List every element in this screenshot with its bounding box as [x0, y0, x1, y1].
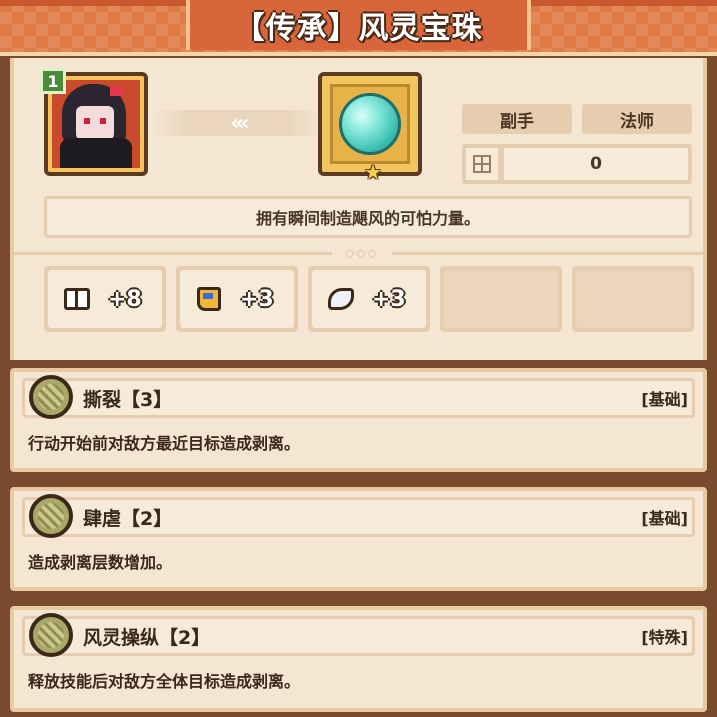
bonus-value: +3 [372, 286, 406, 312]
skill-name: 撕裂【3】 [83, 388, 173, 411]
title-bar: 【传承】风灵宝珠 [0, 0, 717, 56]
tag-mage: 法师 [582, 104, 692, 134]
skill-icon [29, 375, 73, 419]
bonus-slot-empty[interactable] [440, 266, 562, 332]
skill-description: 行动开始前对敌方最近目标造成剥离。 [28, 434, 301, 453]
item-panel: 1 ‹‹‹ ★ 副手 法师 0 拥有瞬间制造飓风的可怕力量。 ◇◇◇ +8 +3… [10, 58, 707, 360]
skill-card[interactable]: 肆虐【2】 [基础] 造成剥离层数增加。 [10, 487, 707, 591]
bonus-slot-1[interactable]: +8 [44, 266, 166, 332]
skill-header: 撕裂【3】 [基础] [22, 375, 695, 419]
orb-icon [339, 93, 401, 155]
stat-value: 0 [504, 148, 688, 180]
skill-type: [特殊] [641, 628, 688, 647]
title-plate: 【传承】风灵宝珠 [186, 0, 531, 50]
skill-description: 造成剥离层数增加。 [28, 553, 173, 572]
skill-header: 肆虐【2】 [基础] [22, 494, 695, 538]
skill-icon [29, 613, 73, 657]
grid-icon [466, 148, 498, 180]
level-badge: 1 [40, 68, 66, 94]
bonus-slot-3[interactable]: +3 [308, 266, 430, 332]
skill-icon [29, 494, 73, 538]
bonus-slot-2[interactable]: +3 [176, 266, 298, 332]
bonus-value: +8 [108, 286, 142, 312]
stat-box: 0 [462, 144, 692, 184]
star-icon: ★ [364, 160, 382, 184]
skill-card[interactable]: 风灵操纵【2】 [特殊] 释放技能后对敌方全体目标造成剥离。 [10, 606, 707, 712]
skill-type: [基础] [641, 509, 688, 528]
bonus-slot-empty[interactable] [572, 266, 694, 332]
skill-header: 风灵操纵【2】 [特殊] [22, 613, 695, 657]
boot-icon [194, 284, 224, 314]
item-description: 拥有瞬间制造飓风的可怕力量。 [44, 196, 692, 238]
divider-ornament: ◇◇◇ [332, 246, 392, 260]
book-icon [62, 284, 92, 314]
skill-type: [基础] [641, 390, 688, 409]
skill-name: 风灵操纵【2】 [83, 626, 211, 649]
skill-name: 肆虐【2】 [83, 507, 173, 530]
character-portrait[interactable]: 1 [40, 68, 148, 176]
page-title: 【传承】风灵宝珠 [234, 11, 483, 46]
bonus-value: +3 [240, 286, 274, 312]
skill-card[interactable]: 撕裂【3】 [基础] 行动开始前对敌方最近目标造成剥离。 [10, 368, 707, 472]
transfer-arrows-icon: ‹‹‹ [154, 110, 322, 136]
orb-item-card[interactable]: ★ [318, 72, 422, 184]
wing-icon [326, 284, 356, 314]
skill-description: 释放技能后对敌方全体目标造成剥离。 [28, 672, 301, 691]
tag-offhand: 副手 [462, 104, 572, 134]
orb-frame [330, 84, 410, 164]
